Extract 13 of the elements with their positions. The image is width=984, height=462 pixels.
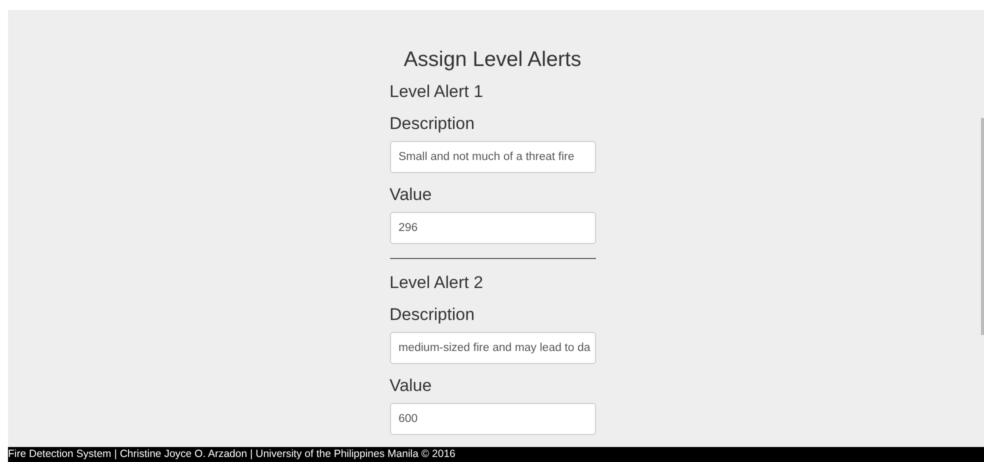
footer-text: Fire Detection System | Christine Joyce O. Arzadon | University of the Philippines Manila © 2016 [8, 447, 984, 462]
input-field[interactable]: Small and not much of a threat fire [390, 141, 596, 173]
scrollbar-thumb[interactable] [981, 118, 984, 335]
input-field[interactable]: 296 [390, 212, 596, 244]
field-label: Description [390, 305, 476, 325]
page-title: Assign Level Alerts [402, 48, 582, 72]
section-heading: Level Alert 1 [390, 82, 484, 102]
input-field[interactable]: medium-sized fire and may lead to da [390, 332, 596, 364]
section-heading: Level Alert 2 [390, 273, 484, 293]
field-label: Description [390, 114, 476, 134]
input-field[interactable]: 600 [390, 403, 596, 435]
field-label: Value [390, 376, 433, 396]
field-label: Value [390, 185, 433, 205]
